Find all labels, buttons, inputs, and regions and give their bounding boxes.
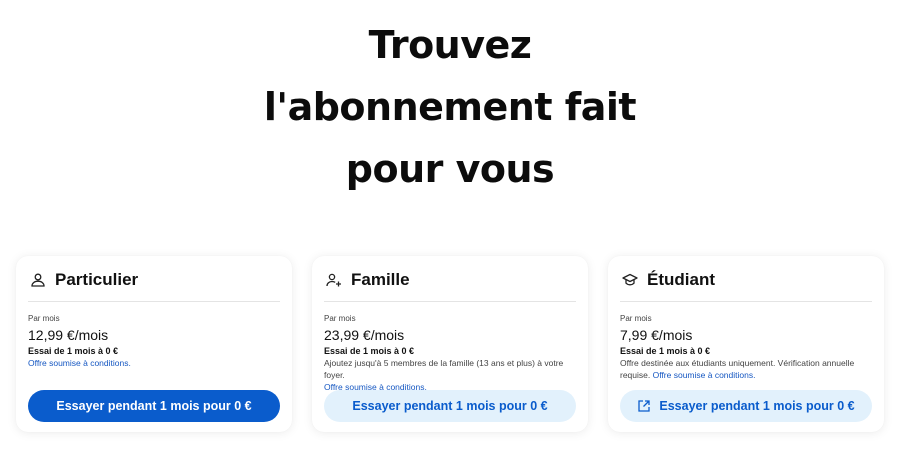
plan-card-header: Famille: [324, 256, 576, 302]
headline-line-3: pour vous: [345, 147, 555, 191]
try-etudiant-button[interactable]: Essayer pendant 1 mois pour 0 €: [620, 390, 872, 422]
plan-price: 12,99 €/mois: [28, 327, 109, 343]
plan-title: Famille: [351, 269, 410, 289]
try-famille-button[interactable]: Essayer pendant 1 mois pour 0 €: [324, 390, 576, 422]
try-particulier-button[interactable]: Essayer pendant 1 mois pour 0 €: [28, 390, 280, 422]
per-month-label: Par mois: [28, 314, 60, 323]
person-add-icon: [326, 272, 342, 288]
plan-price: 7,99 €/mois: [620, 327, 693, 343]
plan-card-header: Particulier: [28, 256, 280, 302]
plan-price: 23,99 €/mois: [324, 327, 405, 343]
plan-title: Particulier: [55, 269, 139, 289]
headline-line-1: Trouvez: [368, 23, 532, 67]
trial-text: Essai de 1 mois à 0 €: [620, 346, 711, 356]
headline-line-2: l'abonnement fait: [263, 85, 637, 129]
external-link-icon: [637, 399, 651, 413]
plan-card-particulier: Particulier Par mois 12,99 €/mois Essai …: [16, 256, 292, 432]
plan-description: Ajoutez jusqu'à 5 membres de la famille …: [324, 357, 576, 393]
button-label: Essayer pendant 1 mois pour 0 €: [352, 399, 548, 413]
plan-card-famille: Famille Par mois 23,99 €/mois Essai de 1…: [312, 256, 588, 432]
conditions-link[interactable]: Offre soumise à conditions.: [28, 357, 280, 369]
per-month-label: Par mois: [620, 314, 652, 323]
per-month-label: Par mois: [324, 314, 356, 323]
graduation-cap-icon: [622, 272, 638, 288]
button-label: Essayer pendant 1 mois pour 0 €: [659, 399, 855, 413]
plan-title: Étudiant: [647, 269, 715, 289]
button-label: Essayer pendant 1 mois pour 0 €: [56, 399, 252, 413]
trial-text: Essai de 1 mois à 0 €: [28, 346, 119, 356]
person-icon: [30, 272, 46, 288]
trial-text: Essai de 1 mois à 0 €: [324, 346, 415, 356]
conditions-link[interactable]: Offre soumise à conditions.: [653, 370, 756, 380]
plan-card-etudiant: Étudiant Par mois 7,99 €/mois Essai de 1…: [608, 256, 884, 432]
plan-description: Offre destinée aux étudiants uniquement.…: [620, 357, 872, 381]
plan-description-text: Ajoutez jusqu'à 5 membres de la famille …: [324, 358, 564, 380]
plan-card-header: Étudiant: [620, 256, 872, 302]
page-headline: Trouvez l'abonnement fait pour vous: [0, 14, 900, 200]
